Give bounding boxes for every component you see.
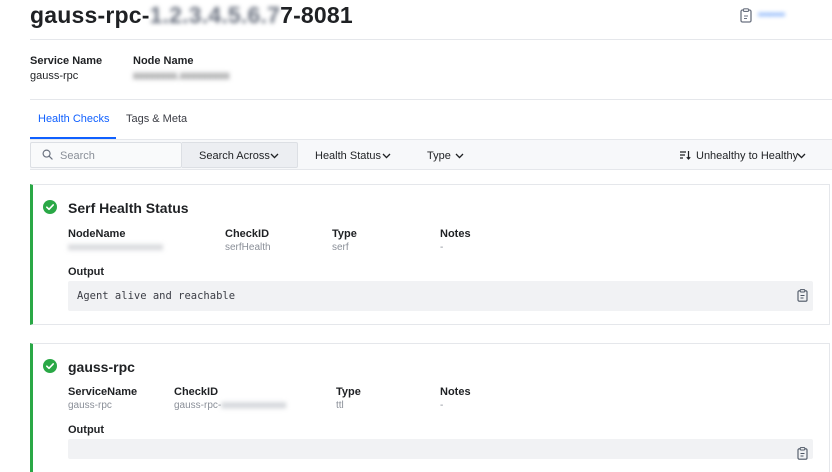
type-label: Type xyxy=(336,386,361,398)
check-circle-icon xyxy=(43,359,57,373)
notes-value: - xyxy=(440,400,444,411)
tab-tags-meta[interactable]: Tags & Meta xyxy=(126,113,187,125)
type-value: ttl xyxy=(336,400,344,411)
chevron-down-icon xyxy=(270,153,279,159)
output-label: Output xyxy=(68,424,105,436)
type-value: serf xyxy=(332,242,349,253)
service-name-value: gauss-rpc xyxy=(30,70,79,82)
clipboard-icon[interactable] xyxy=(739,8,759,24)
tab-health-checks[interactable]: Health Checks xyxy=(38,113,110,125)
chevron-down-icon xyxy=(797,153,806,159)
type-label: Type xyxy=(332,228,357,240)
node-name-value[interactable]: xxxxxxxx.xxxxxxxxx xyxy=(133,70,230,82)
notes-label: Notes xyxy=(440,228,471,240)
service-name-label: Service Name xyxy=(30,55,103,67)
notes-value: - xyxy=(440,242,444,253)
nodename-value: xxxxxxxxxxxxxxxxxxx xyxy=(68,242,163,253)
health-status-filter[interactable]: Health Status xyxy=(315,150,381,162)
clipboard-icon[interactable] xyxy=(797,289,809,302)
title-blurred: 1.2.3.4.5.6.7 xyxy=(149,2,281,28)
output-label: Output xyxy=(68,266,105,278)
nodename-label: NodeName xyxy=(68,228,126,240)
type-filter[interactable]: Type xyxy=(427,150,451,162)
divider xyxy=(30,39,832,40)
checkid-label: CheckID xyxy=(174,386,219,398)
title-prefix: gauss-rpc- xyxy=(30,2,150,28)
page-title: gauss-rpc-1.2.3.4.5.6.77-8081 xyxy=(30,2,353,29)
chevron-down-icon xyxy=(382,153,391,159)
sort-dropdown[interactable]: Unhealthy to Healthy xyxy=(696,150,798,162)
check-title: gauss-rpc xyxy=(68,359,135,375)
checkid-value: serfHealth xyxy=(225,242,271,253)
search-icon xyxy=(42,149,53,160)
checkid-value: gauss-rpc-xxxxxxxxxxxxx xyxy=(174,400,287,411)
notes-label: Notes xyxy=(440,386,471,398)
check-title: Serf Health Status xyxy=(68,200,189,216)
node-name-label: Node Name xyxy=(133,55,194,67)
output-box xyxy=(68,439,813,459)
output-text: Agent alive and reachable xyxy=(77,290,236,302)
chevron-down-icon xyxy=(455,153,464,159)
sort-icon xyxy=(680,151,691,160)
servicename-value: gauss-rpc xyxy=(68,400,112,411)
check-circle-icon xyxy=(43,200,57,214)
title-suffix: 7-8081 xyxy=(280,2,353,28)
copy-address-link[interactable]: ••••••• xyxy=(758,9,785,21)
divider xyxy=(30,99,832,100)
search-placeholder: Search xyxy=(60,150,95,162)
checkid-label: CheckID xyxy=(225,228,270,240)
servicename-label: ServiceName xyxy=(68,386,138,398)
search-across-label: Search Across xyxy=(199,150,270,162)
clipboard-icon[interactable] xyxy=(797,447,809,460)
